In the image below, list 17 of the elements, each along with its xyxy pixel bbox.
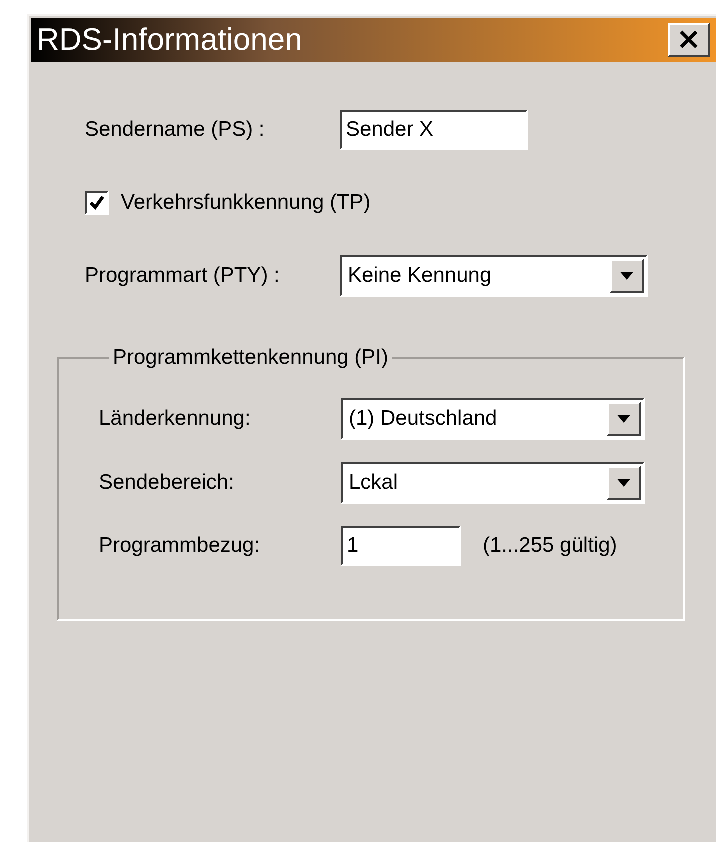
checkmark-icon [88, 194, 106, 212]
field-label: Länderkennung: [99, 407, 252, 431]
dropdown[interactable]: Lckal [341, 462, 645, 504]
group-title: Programmkettenkennung (PI) [112, 346, 390, 370]
field-label: Sendebereich: [99, 471, 236, 495]
field-label: Sendername (PS) : [85, 118, 266, 142]
close-button[interactable]: × [668, 23, 710, 57]
dropdown[interactable]: Keine Kennung [340, 255, 648, 297]
input-field[interactable]: 1 [341, 526, 461, 566]
input-field[interactable]: Sender X [340, 110, 528, 150]
checkbox-label: Verkehrsfunkkennung (TP) [121, 191, 371, 215]
field-label: Programmart (PTY) : [85, 264, 281, 288]
field-label: Programmbezug: [99, 534, 262, 558]
dropdown[interactable]: (1) Deutschland [341, 398, 645, 440]
window-title: RDS-Informationen [37, 22, 302, 58]
hint-text: (1...255 gültig) [483, 534, 618, 558]
checkbox[interactable] [85, 191, 109, 215]
